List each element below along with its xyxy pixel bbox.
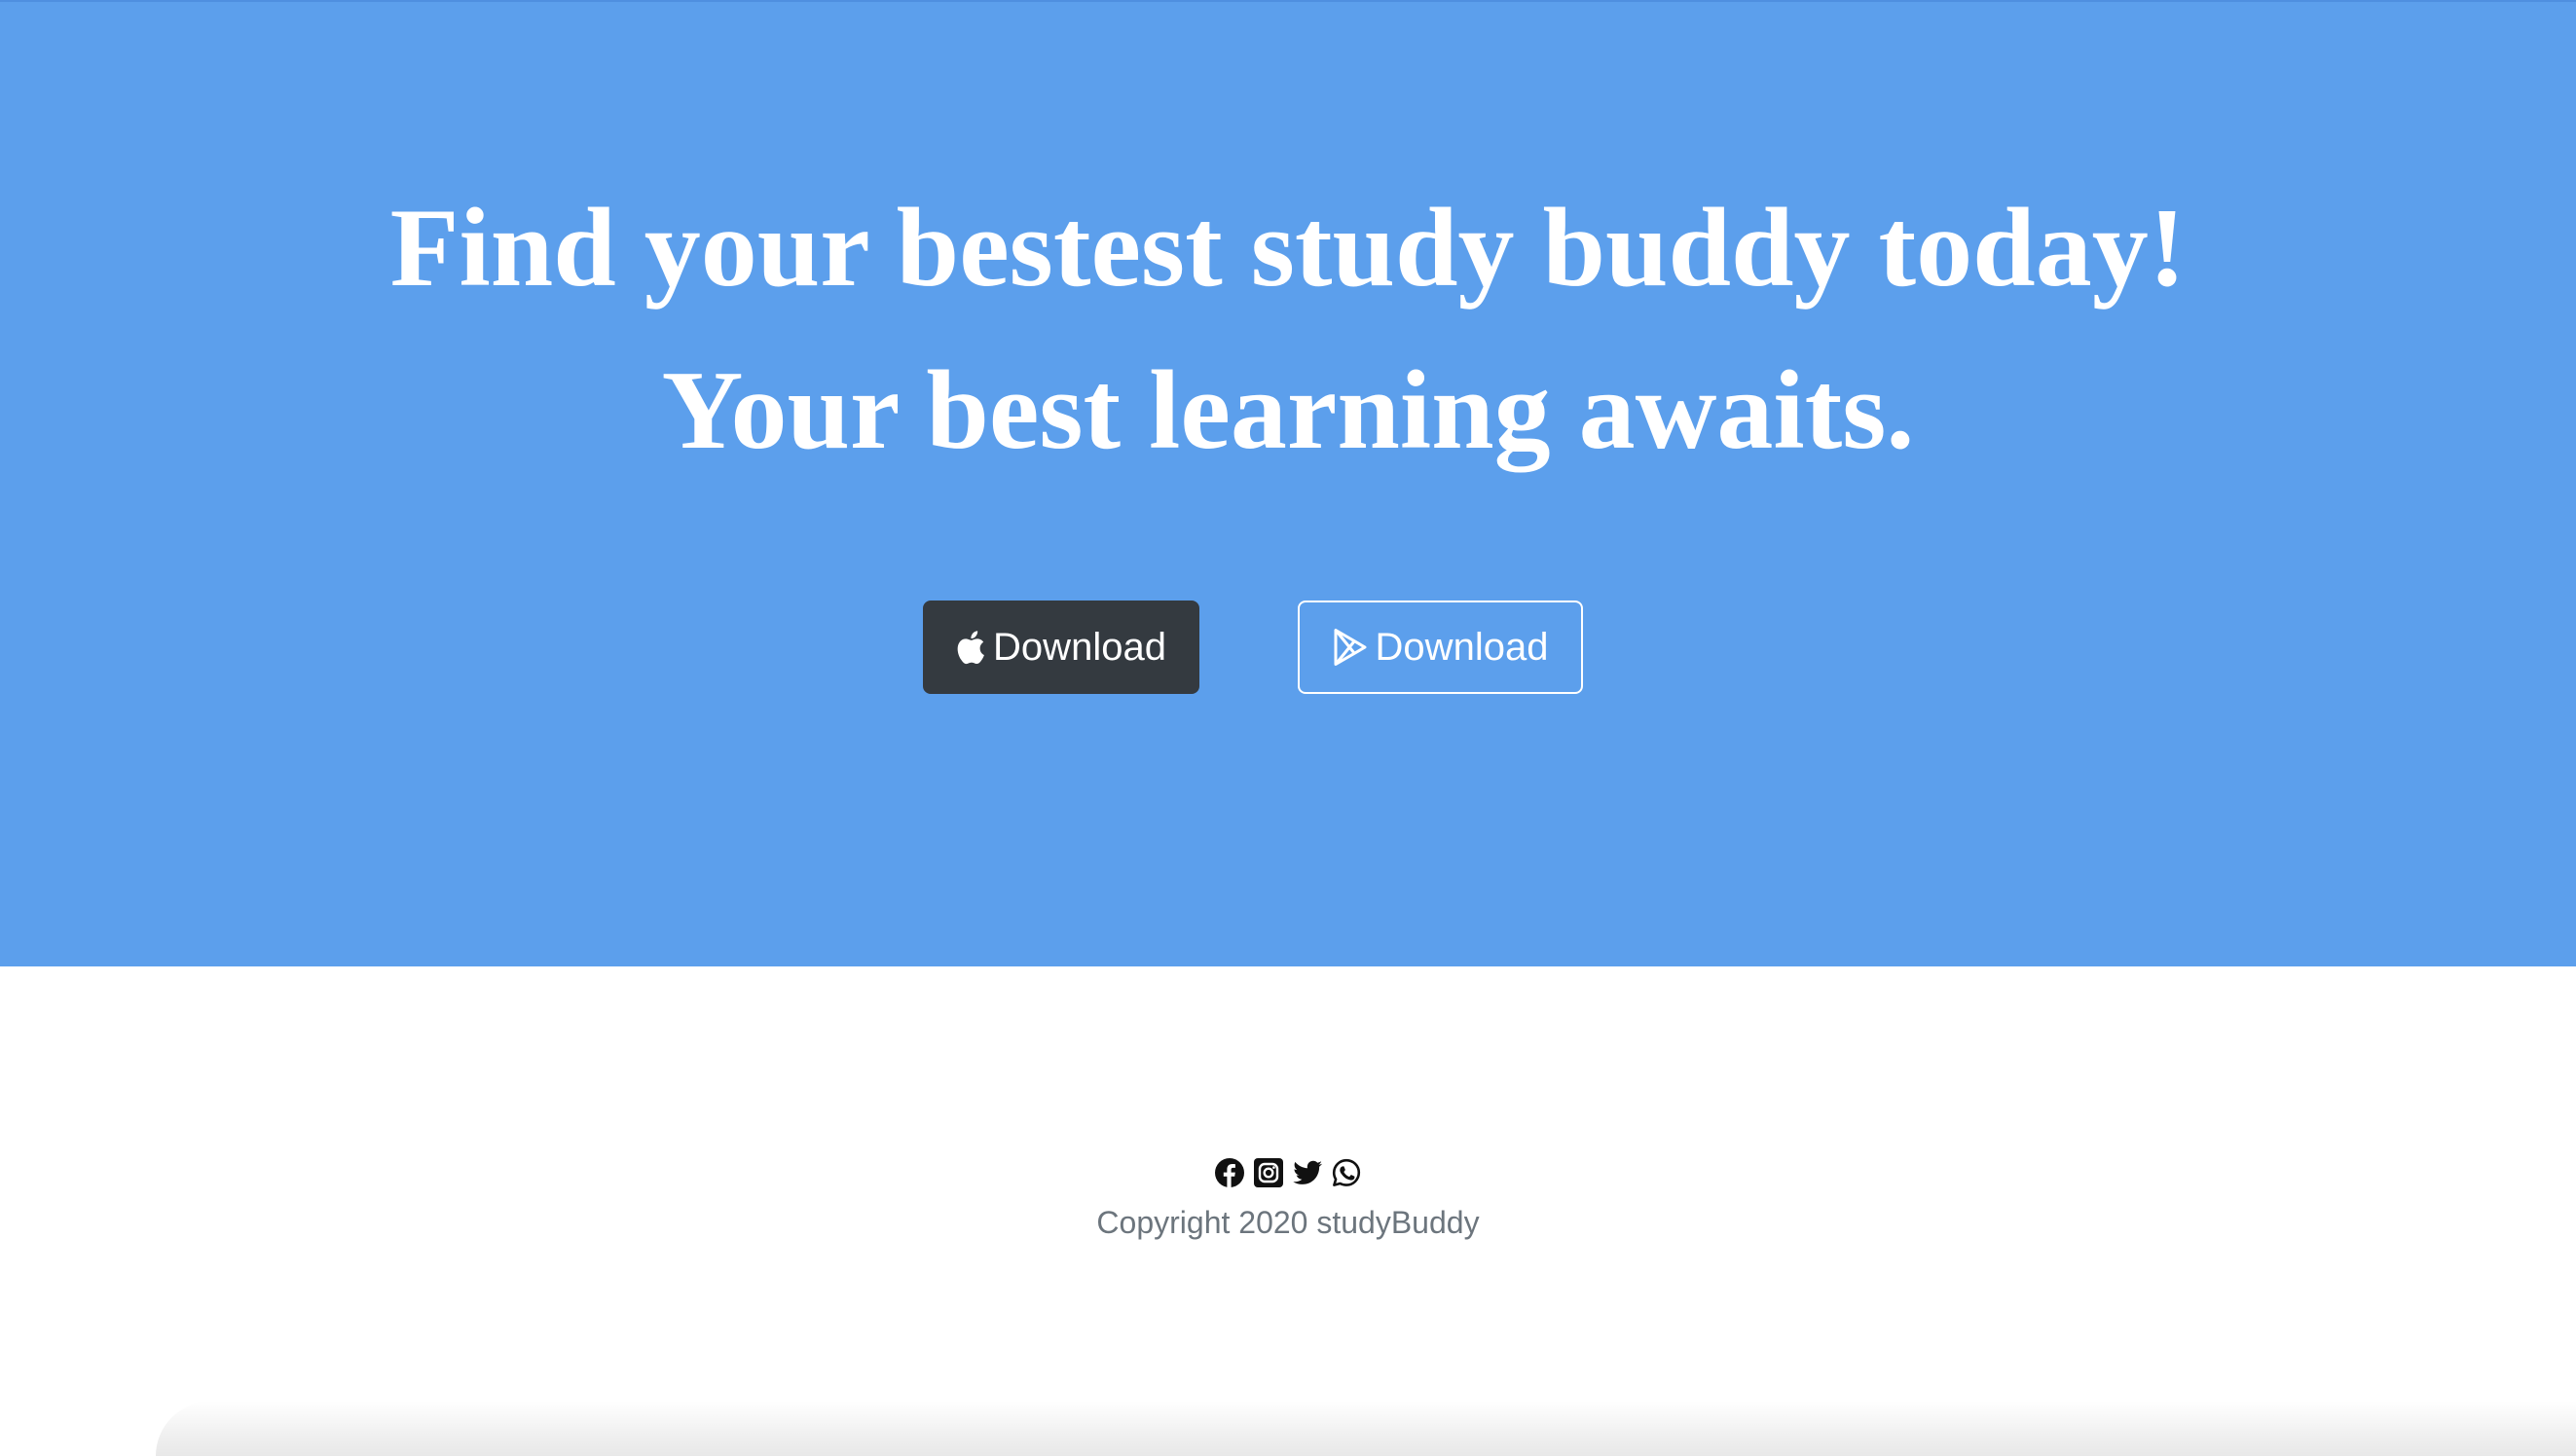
app-store-download-label: Download <box>993 625 1166 669</box>
google-play-icon <box>1333 628 1368 667</box>
hero-subheadline: Your best learning awaits. <box>661 348 1915 473</box>
app-store-download-button[interactable]: Download <box>923 601 1199 694</box>
facebook-icon[interactable] <box>1214 1157 1245 1188</box>
google-play-download-label: Download <box>1375 625 1549 669</box>
social-links <box>0 1157 2576 1188</box>
copyright-text: Copyright 2020 studyBuddy <box>1096 1205 1480 1240</box>
page: Find your bestest study buddy today! You… <box>0 0 2576 1456</box>
apple-icon <box>956 630 985 665</box>
whatsapp-icon[interactable] <box>1331 1157 1362 1188</box>
hero-headline: Find your bestest study buddy today! <box>389 186 2187 310</box>
hero-section: Find your bestest study buddy today! You… <box>0 0 2576 966</box>
google-play-download-button[interactable]: Download <box>1298 601 1583 694</box>
instagram-icon[interactable] <box>1253 1157 1284 1188</box>
twitter-icon[interactable] <box>1292 1157 1323 1188</box>
bottom-edge-shadow <box>156 1401 2576 1456</box>
